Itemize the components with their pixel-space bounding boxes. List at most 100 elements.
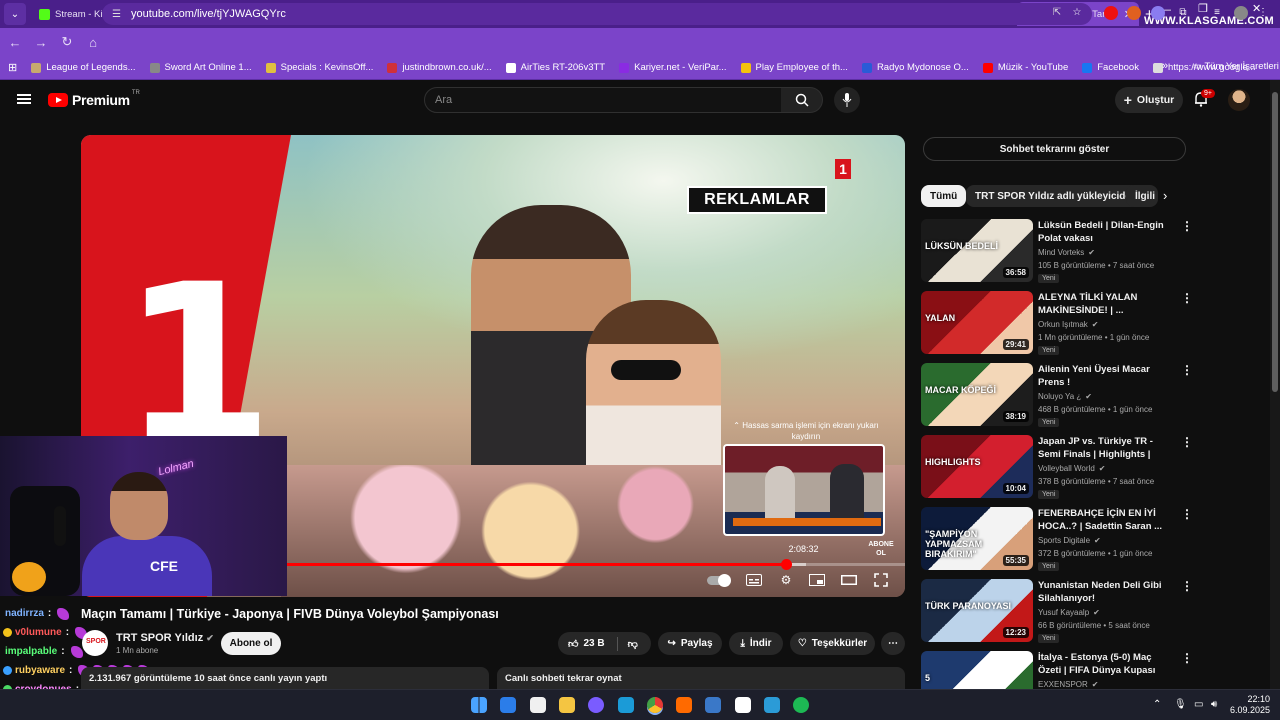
chips-next-icon[interactable]: › — [1163, 188, 1167, 203]
hamburger-menu-icon[interactable] — [17, 94, 31, 104]
cast-icon[interactable]: ⇱ — [1050, 6, 1064, 20]
video-thumbnail[interactable]: TÜRK PARANOYASI 12:23 — [921, 579, 1033, 642]
tray-overflow-icon[interactable]: ⌃ — [1153, 699, 1161, 710]
chrome-icon[interactable] — [646, 697, 663, 713]
filter-chip[interactable]: İlgili — [1126, 185, 1158, 207]
download-button[interactable]: ⤓ İndir — [729, 632, 783, 655]
more-options-icon[interactable]: ⋮ — [1181, 291, 1193, 305]
recommendation-item[interactable]: YALAN 29:41 ALEYNA TİLKİ YALAN MAKİNESİNDE… — [921, 291, 1193, 357]
search-button[interactable] — [781, 87, 823, 113]
bookmark-item[interactable]: Specials : KevinsOff... — [265, 62, 373, 73]
recommendation-channel[interactable]: EXXENSPOR ✔ — [1038, 680, 1099, 689]
brave-icon[interactable] — [676, 697, 693, 713]
more-options-icon[interactable]: ⋮ — [1181, 507, 1193, 521]
home-icon[interactable]: ⌂ — [80, 35, 106, 50]
more-options-icon[interactable]: ⋮ — [1181, 579, 1193, 593]
recommendation-channel[interactable]: Yusuf Kayaalp ✔ — [1038, 608, 1100, 617]
profile-avatar-icon[interactable] — [1234, 6, 1248, 20]
start-icon[interactable] — [471, 697, 487, 713]
subscribe-button[interactable]: Abone ol — [221, 632, 281, 655]
bookmark-item[interactable]: Play Employee of th... — [740, 62, 848, 73]
abone-ol-overlay[interactable]: ABONE OL — [867, 540, 895, 558]
bookmark-item[interactable]: Sword Art Online 1... — [149, 62, 252, 73]
recommendation-item[interactable]: TÜRK PARANOYASI 12:23 Yunanistan Neden Del… — [921, 579, 1193, 645]
extension-icon-2[interactable] — [1127, 6, 1141, 20]
bookmark-item[interactable]: Kariyer.net - VeriPar... — [619, 62, 727, 73]
create-button[interactable]: + Oluştur — [1115, 87, 1183, 113]
apps-grid-icon[interactable]: ⊞ — [8, 61, 17, 74]
bookmark-item[interactable]: League of Legends... — [31, 62, 136, 73]
discord-icon[interactable] — [588, 697, 605, 713]
url-bar[interactable]: ☰ youtube.com/live/tjYJWAGQYrc — [102, 3, 1092, 25]
copilot-icon[interactable] — [500, 697, 517, 713]
fullscreen-button[interactable] — [872, 571, 890, 589]
recommendation-channel[interactable]: Sports Digitale ✔ — [1038, 536, 1101, 545]
share-button[interactable]: ↪ Paylaş — [658, 632, 722, 655]
extension-icon-1[interactable] — [1104, 6, 1118, 20]
video-thumbnail[interactable]: HIGHLIGHTS 10:04 — [921, 435, 1033, 498]
video-thumbnail[interactable]: MACAR KÖPEĞİ 38:19 — [921, 363, 1033, 426]
scrollbar-thumb[interactable] — [1272, 92, 1278, 392]
store-icon[interactable] — [529, 697, 546, 713]
video-thumbnail[interactable]: LÜKSÜN BEDELİ 36:58 — [921, 219, 1033, 282]
tab-search-menu-button[interactable]: ⌄ — [4, 3, 26, 25]
more-actions-button[interactable]: ⋯ — [881, 632, 905, 655]
search-input[interactable]: Ara — [424, 87, 782, 113]
obs-icon[interactable] — [734, 697, 751, 713]
bookmark-star-icon[interactable]: ☆ — [1070, 6, 1084, 20]
file-explorer-icon[interactable] — [558, 697, 575, 713]
replay-chat-box[interactable]: Canlı sohbeti tekrar oynat — [497, 667, 905, 689]
recommendation-item[interactable]: MACAR KÖPEĞİ 38:19 Ailenin Yeni Üyesi Maca… — [921, 363, 1193, 429]
volume-tray-icon[interactable]: 🔊︎ — [1211, 699, 1217, 710]
channel-avatar[interactable]: SPOR — [82, 630, 108, 656]
all-bookmarks-folder[interactable]: ▭ Tüm Yer İşaretleri — [1193, 61, 1279, 72]
site-info-icon[interactable]: ☰ — [112, 9, 121, 20]
steam-icon[interactable] — [617, 697, 634, 713]
account-avatar[interactable] — [1228, 89, 1250, 111]
steam-alt-icon[interactable] — [764, 697, 780, 713]
thanks-button[interactable]: ♡ Teşekkürler — [790, 632, 875, 655]
more-options-icon[interactable]: ⋮ — [1181, 363, 1193, 377]
filter-chip[interactable]: TRT SPOR Yıldız adlı yükleyiciden — [966, 185, 1147, 207]
channel-name[interactable]: TRT SPOR Yıldız ✔ — [116, 632, 214, 644]
browser-menu-icon[interactable]: ⋮ — [1256, 6, 1270, 20]
recommendation-item[interactable]: "ŞAMPİYON YAPMAZSAM BIRAKIRIM" 55:35 FENER… — [921, 507, 1193, 573]
autoplay-toggle[interactable] — [707, 574, 731, 587]
miniplayer-button[interactable] — [808, 571, 826, 589]
youtube-premium-logo[interactable]: Premium TR — [48, 90, 140, 108]
filter-chip[interactable]: Tümü — [921, 185, 967, 207]
extension-icon-3[interactable] — [1151, 6, 1165, 20]
bookmark-item[interactable]: Radyo Mydonose O... — [861, 62, 969, 73]
bookmark-item[interactable]: AirTies RT-206v3TT — [505, 62, 605, 73]
more-options-icon[interactable]: ⋮ — [1181, 435, 1193, 449]
subtitles-button[interactable] — [745, 571, 763, 589]
recommendation-item[interactable]: HIGHLIGHTS 10:04 Japan JP vs. Türkiye TR -… — [921, 435, 1193, 501]
media-control-icon[interactable]: ≡ — [1210, 6, 1224, 20]
recommendation-channel[interactable]: Orkun Işıtmak ✔ — [1038, 320, 1099, 329]
progress-scrubber-handle[interactable] — [780, 559, 792, 570]
page-scrollbar[interactable] — [1270, 80, 1280, 689]
settings-button[interactable]: ⚙ — [777, 571, 795, 589]
back-icon[interactable]: ← — [2, 35, 28, 50]
bookmark-item[interactable]: Facebook — [1082, 62, 1139, 73]
photos-icon[interactable] — [705, 697, 722, 713]
recommendation-channel[interactable]: Noluyo Ya ¿ ✔ — [1038, 392, 1092, 401]
bookmark-item[interactable]: justindbrown.co.uk/... — [387, 62, 492, 73]
bookmark-item[interactable]: Müzik - YouTube — [982, 62, 1068, 73]
show-chat-replay-button[interactable]: Sohbet tekrarını göster — [923, 137, 1186, 161]
video-thumbnail[interactable]: YALAN 29:41 — [921, 291, 1033, 354]
display-tray-icon[interactable]: ▭ — [1194, 699, 1203, 710]
taskbar-clock[interactable]: 22:10 6.09.2025 — [1226, 694, 1270, 716]
more-options-icon[interactable]: ⋮ — [1181, 651, 1193, 665]
recommendation-item[interactable]: LÜKSÜN BEDELİ 36:58 Lüksün Bedeli | Dilan-… — [921, 219, 1193, 285]
description-box[interactable]: 2.131.967 görüntüleme 10 saat önce canlı… — [81, 667, 489, 689]
theater-mode-button[interactable] — [840, 571, 858, 589]
more-options-icon[interactable]: ⋮ — [1181, 219, 1193, 233]
voice-search-button[interactable] — [834, 87, 860, 113]
extensions-puzzle-icon[interactable]: ⧉ — [1176, 6, 1190, 20]
forward-icon[interactable]: → — [28, 35, 54, 50]
dislike-button[interactable]: 👎︎ — [628, 638, 638, 650]
spotify-icon[interactable] — [793, 697, 810, 713]
recommendation-channel[interactable]: Volleyball World ✔ — [1038, 464, 1105, 473]
reload-icon[interactable]: ↻ — [54, 34, 80, 50]
